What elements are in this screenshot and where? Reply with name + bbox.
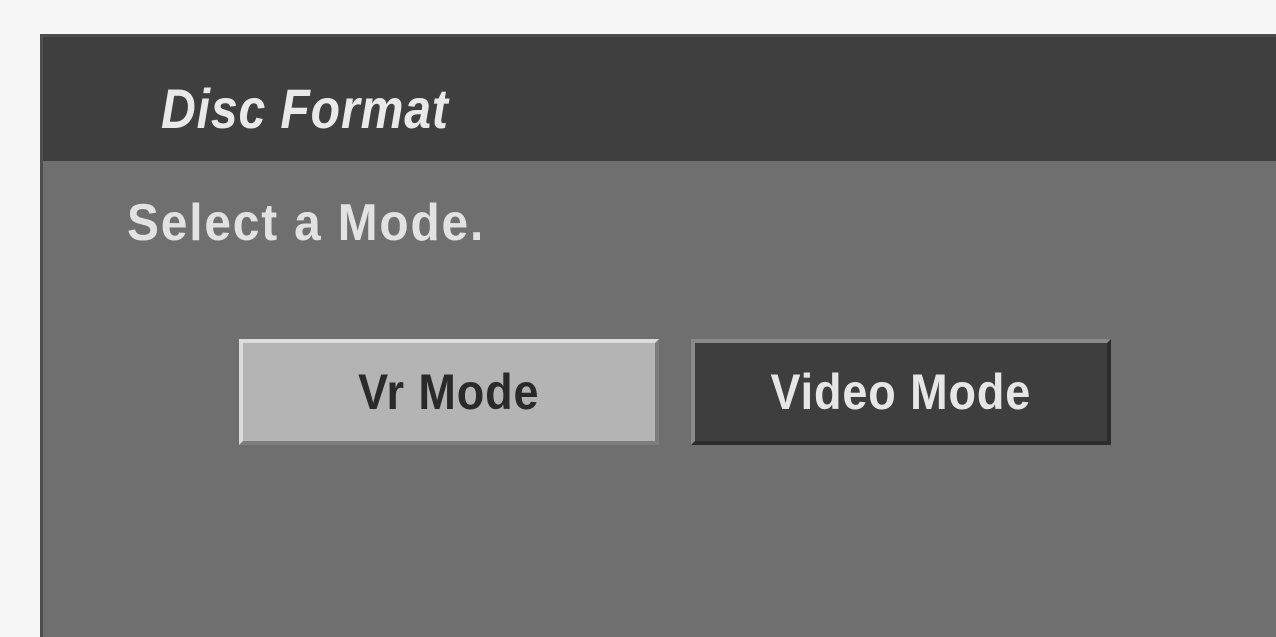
dialog-title: Disc Format [161, 77, 449, 140]
vr-mode-button[interactable]: Vr Mode [239, 339, 659, 445]
disc-format-dialog: Disc Format Select a Mode. Vr Mode Video… [40, 34, 1276, 637]
title-bar: Disc Format [43, 37, 1276, 161]
mode-prompt: Select a Mode. [127, 194, 486, 252]
video-mode-button[interactable]: Video Mode [691, 339, 1111, 445]
vr-mode-label: Vr Mode [358, 364, 540, 420]
video-mode-label: Video Mode [770, 364, 1032, 420]
